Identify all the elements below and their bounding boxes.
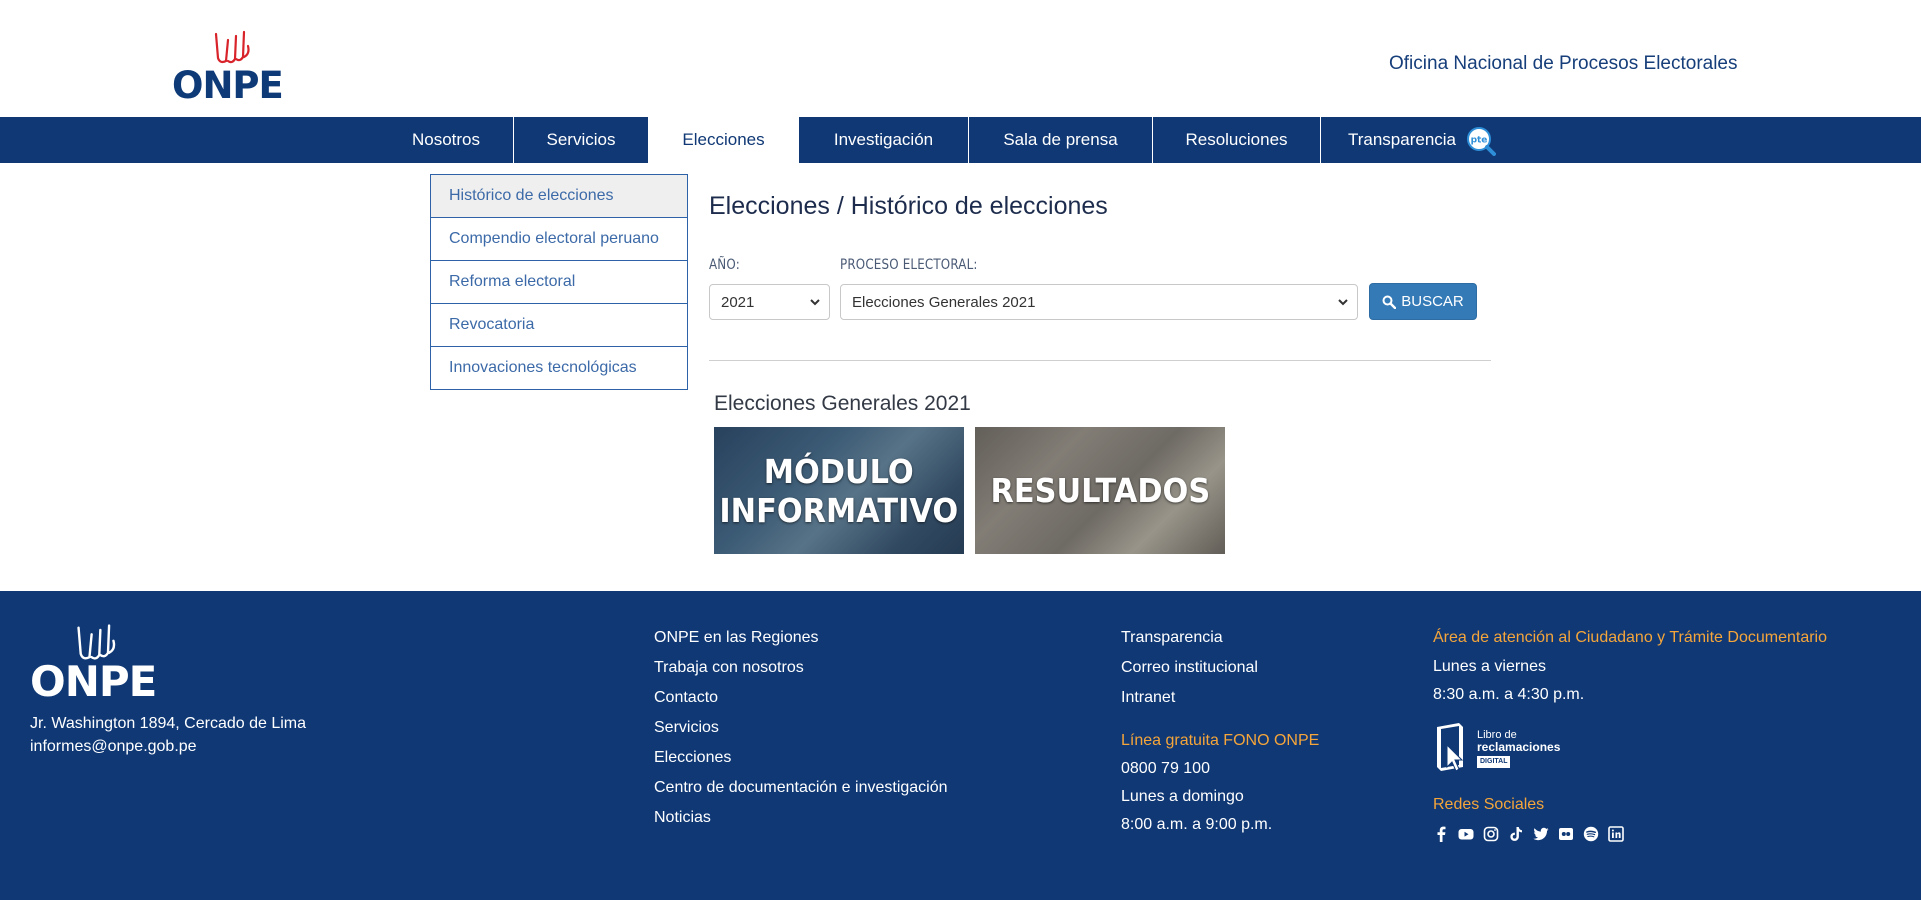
nav-item-servicios[interactable]: Servicios [514, 117, 649, 163]
footer-link[interactable]: ONPE en las Regiones [654, 623, 948, 653]
twitter-icon[interactable] [1533, 826, 1549, 842]
hotline-days: Lunes a domingo [1121, 788, 1244, 805]
chevron-down-icon [810, 299, 820, 306]
year-select-value: 2021 [721, 293, 755, 311]
instagram-icon[interactable] [1483, 826, 1499, 842]
page-title: Elecciones / Histórico de elecciones [709, 192, 1108, 220]
process-select-value: Elecciones Generales 2021 [852, 293, 1036, 311]
chevron-down-icon [1338, 299, 1348, 306]
footer-contact: Jr. Washington 1894, Cercado de Lima inf… [30, 712, 306, 758]
footer-link[interactable]: Noticias [654, 803, 948, 833]
tile-text: RESULTADOS [990, 471, 1210, 510]
elecciones-sidebar: Histórico de elecciones Compendio electo… [430, 174, 688, 390]
book-pointer-icon [1437, 723, 1464, 772]
onpe-logo[interactable]: ONPE [172, 28, 290, 107]
nav-item-nosotros[interactable]: Nosotros [379, 117, 514, 163]
tile-text-line: INFORMATIVO [719, 490, 959, 530]
footer-link[interactable]: Contacto [654, 683, 948, 713]
footer-links-col1: ONPE en las Regiones Trabaja con nosotro… [654, 623, 948, 833]
search-button-label: BUSCAR [1401, 293, 1464, 310]
footer-link[interactable]: Trabaja con nosotros [654, 653, 948, 683]
libro-line2: reclamaciones [1477, 739, 1561, 754]
youtube-icon[interactable] [1458, 826, 1474, 842]
sidebar-item-compendio[interactable]: Compendio electoral peruano [430, 218, 688, 261]
main-nav: Nosotros Servicios Elecciones Investigac… [0, 117, 1921, 163]
footer-logo-wordmark: ONPE [30, 657, 157, 706]
process-select[interactable]: Elecciones Generales 2021 [840, 284, 1358, 320]
facebook-icon[interactable] [1433, 826, 1449, 842]
year-label: AÑO: [709, 257, 740, 273]
linkedin-icon[interactable] [1608, 826, 1624, 842]
resultados-tile[interactable]: RESULTADOS [975, 427, 1225, 554]
social-links [1433, 826, 1624, 842]
search-icon [1382, 295, 1397, 309]
divider [709, 360, 1491, 361]
hotline-title: Línea gratuita FONO ONPE [1121, 732, 1320, 749]
footer-link[interactable]: Servicios [654, 713, 948, 743]
spotify-icon[interactable] [1583, 826, 1599, 842]
modulo-informativo-tile[interactable]: MÓDULO INFORMATIVO [714, 427, 964, 554]
footer-onpe-logo[interactable]: ONPE [30, 621, 160, 706]
process-label: PROCESO ELECTORAL: [840, 257, 978, 273]
libro-text: Libro de reclamaciones DIGITAL [1477, 729, 1560, 768]
footer-link[interactable]: Elecciones [654, 743, 948, 773]
nav-item-sala-de-prensa[interactable]: Sala de prensa [969, 117, 1153, 163]
tile-text-line: RESULTADOS [990, 471, 1210, 510]
footer-links-col2: Transparencia Correo institucional Intra… [1121, 623, 1258, 713]
site-footer: ONPE Jr. Washington 1894, Cercado de Lim… [0, 591, 1921, 900]
nav-item-resoluciones[interactable]: Resoluciones [1153, 117, 1321, 163]
site-header: ONPE Oficina Nacional de Procesos Electo… [0, 0, 1921, 117]
attention-title: Área de atención al Ciudadano y Trámite … [1433, 629, 1827, 646]
libro-badge: DIGITAL [1477, 755, 1511, 768]
footer-link[interactable]: Centro de documentación e investigación [654, 773, 948, 803]
footer-link[interactable]: Transparencia [1121, 623, 1258, 653]
section-title: Elecciones Generales 2021 [714, 392, 971, 415]
nav-item-investigacion[interactable]: Investigación [799, 117, 969, 163]
sidebar-item-innovaciones[interactable]: Innovaciones tecnológicas [430, 347, 688, 390]
attention-days: Lunes a viernes [1433, 658, 1546, 675]
search-button[interactable]: BUSCAR [1369, 283, 1477, 320]
flickr-icon[interactable] [1558, 826, 1574, 842]
hotline-number[interactable]: 0800 79 100 [1121, 755, 1319, 783]
tile-text: MÓDULO INFORMATIVO [720, 452, 959, 530]
hand-logo-icon [214, 30, 250, 64]
libro-reclamaciones-link[interactable]: Libro de reclamaciones DIGITAL [1433, 721, 1573, 775]
attention-hours: 8:30 a.m. a 4:30 p.m. [1433, 686, 1585, 703]
pte-magnifier-icon: pte [1466, 126, 1497, 156]
nav-item-transparencia-label: Transparencia [1347, 130, 1457, 149]
tile-text-line: MÓDULO [764, 451, 914, 491]
footer-attention: Área de atención al Ciudadano y Trámite … [1433, 623, 1827, 709]
tiktok-icon[interactable] [1508, 826, 1524, 842]
sidebar-item-historico[interactable]: Histórico de elecciones [430, 174, 688, 218]
sidebar-item-revocatoria[interactable]: Revocatoria [430, 304, 688, 347]
footer-link[interactable]: Intranet [1121, 683, 1258, 713]
footer-hotline: Línea gratuita FONO ONPE 0800 79 100 Lun… [1121, 727, 1319, 839]
footer-address: Jr. Washington 1894, Cercado de Lima [30, 715, 307, 732]
footer-link[interactable]: Correo institucional [1121, 653, 1258, 683]
nav-item-elecciones[interactable]: Elecciones [649, 117, 799, 163]
social-title: Redes Sociales [1433, 796, 1545, 813]
org-name: Oficina Nacional de Procesos Electorales [1389, 53, 1738, 74]
nav-item-transparencia[interactable]: Transparencia pte [1321, 117, 1521, 163]
pte-icon-text: pte [1471, 136, 1488, 146]
footer-email[interactable]: informes@onpe.gob.pe [30, 735, 306, 758]
logo-wordmark: ONPE [172, 64, 284, 107]
hotline-hours: 8:00 a.m. a 9:00 p.m. [1121, 816, 1273, 833]
year-select[interactable]: 2021 [709, 284, 830, 320]
sidebar-item-reforma[interactable]: Reforma electoral [430, 261, 688, 304]
